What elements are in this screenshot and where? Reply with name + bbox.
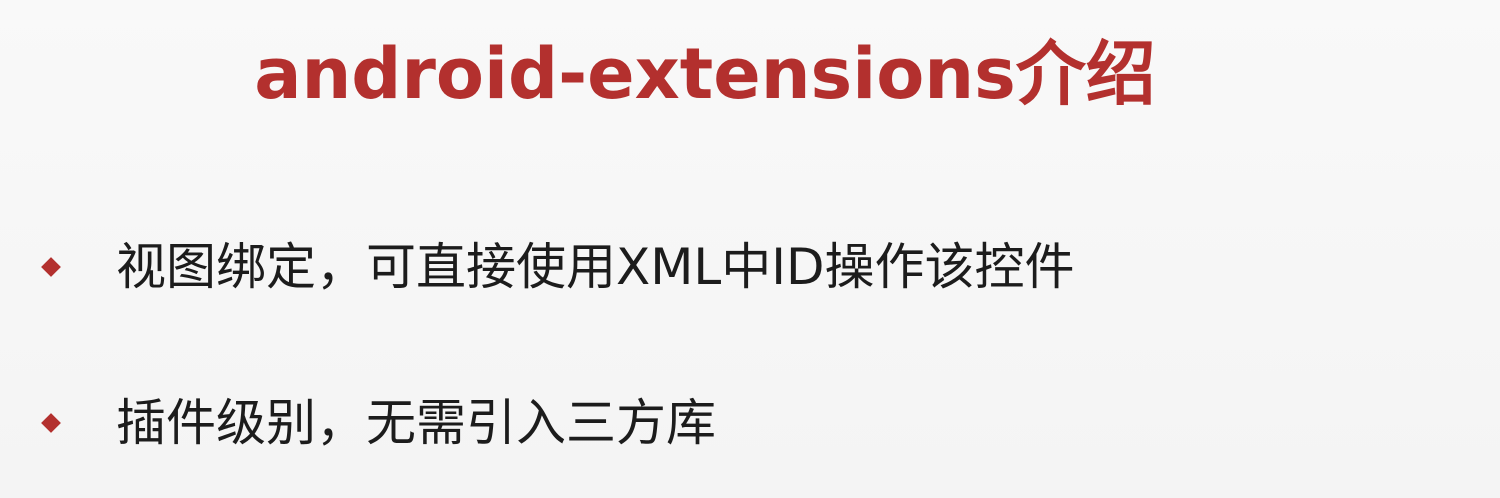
bullet-text: 视图绑定，可直接使用XML中ID操作该控件	[116, 238, 1075, 296]
bullet-text: 插件级别，无需引入三方库	[116, 394, 716, 452]
diamond-bullet-icon	[41, 257, 61, 277]
bullet-item: 视图绑定，可直接使用XML中ID操作该控件	[40, 232, 1075, 302]
bullet-item: 插件级别，无需引入三方库	[40, 388, 716, 458]
diamond-bullet-icon	[41, 413, 61, 433]
slide-title: android-extensions介绍	[254, 33, 1156, 115]
slide: android-extensions介绍 视图绑定，可直接使用XML中ID操作该…	[0, 0, 1500, 498]
